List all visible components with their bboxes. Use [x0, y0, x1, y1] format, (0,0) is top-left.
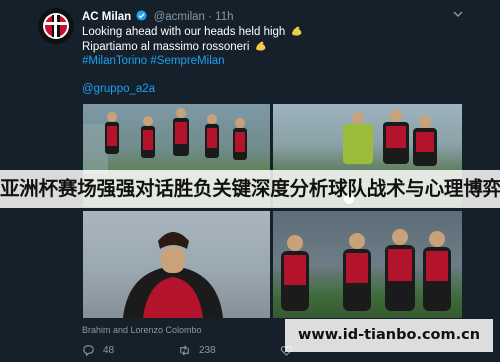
- tweet-header: AC Milan @acmilan · 11h: [82, 10, 234, 23]
- reply-button[interactable]: 48: [82, 344, 114, 357]
- photo-4[interactable]: [273, 211, 462, 318]
- reply-icon: [83, 345, 94, 357]
- retweet-button[interactable]: 238: [178, 344, 216, 357]
- reply-count: 48: [103, 345, 115, 356]
- separator: ·: [208, 11, 212, 23]
- tweet-text: Ripartiamo al massimo rossoneri: [82, 41, 250, 53]
- watermark-url: www.id-tianbo.com.cn: [285, 319, 493, 352]
- tweet-text-line-1: Looking ahead with our heads held high: [82, 25, 303, 38]
- timestamp[interactable]: 11h: [215, 11, 233, 23]
- photo-3[interactable]: [83, 211, 270, 318]
- verified-badge-icon: [136, 10, 147, 21]
- player-portrait-image: [123, 232, 223, 318]
- hashtags[interactable]: #MilanTorino #SempreMilan: [82, 55, 225, 67]
- tweet-text-line-2: Ripartiamo al massimo rossoneri: [82, 40, 267, 53]
- photo-caption: Brahim and Lorenzo Colombo: [82, 325, 202, 335]
- retweet-icon: [180, 345, 189, 356]
- author-handle[interactable]: @acmilan: [154, 11, 205, 23]
- flexed-biceps-emoji-icon: [291, 26, 302, 36]
- overlay-banner: 亚洲杯赛场强强对话胜负关键深度分析球队战术与心理博弈: [0, 170, 500, 208]
- tweet-text: Looking ahead with our heads held high: [82, 26, 286, 38]
- retweet-count: 238: [199, 345, 216, 356]
- flexed-biceps-emoji-icon: [255, 41, 266, 51]
- mention-link[interactable]: @gruppo_a2a: [82, 83, 155, 95]
- ac-milan-crest-icon: [38, 8, 74, 44]
- training-players-image: [281, 229, 451, 311]
- avatar[interactable]: [38, 8, 74, 44]
- chevron-down-icon[interactable]: [452, 8, 464, 20]
- author-name[interactable]: AC Milan: [82, 11, 131, 23]
